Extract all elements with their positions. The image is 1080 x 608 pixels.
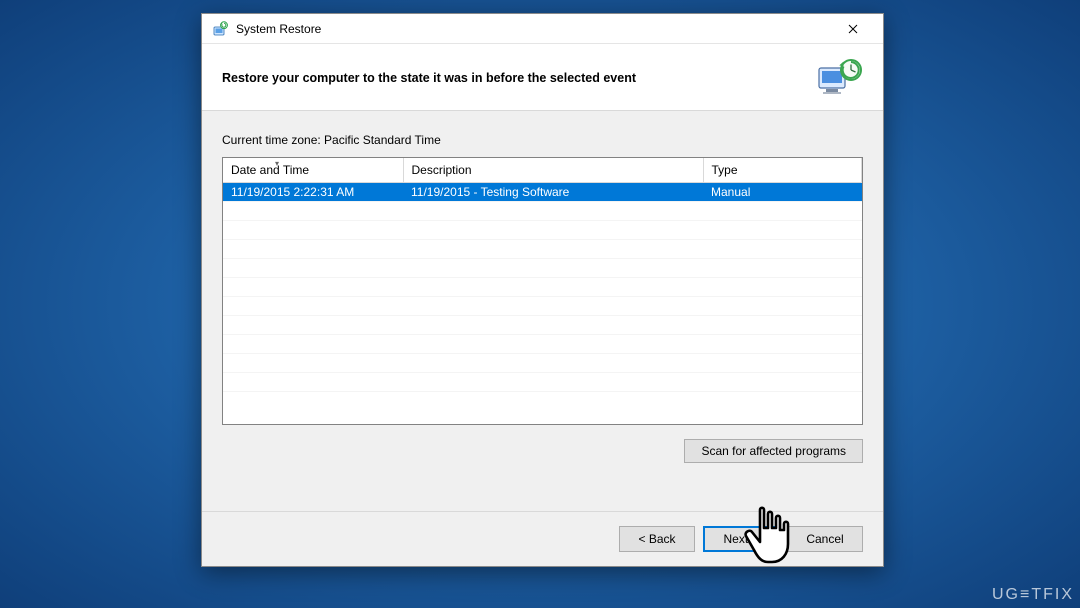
titlebar[interactable]: System Restore (202, 14, 883, 44)
dialog-heading: Restore your computer to the state it wa… (222, 71, 636, 85)
timezone-label: Current time zone: Pacific Standard Time (222, 133, 863, 147)
watermark: UG≡TFIX (992, 586, 1074, 604)
cancel-button[interactable]: Cancel (787, 526, 863, 552)
back-button[interactable]: < Back (619, 526, 695, 552)
system-restore-icon (212, 21, 228, 37)
cell-type: Manual (703, 182, 862, 201)
sort-indicator-icon: ▾ (275, 159, 279, 168)
column-header-date[interactable]: Date and Time▾ (223, 158, 403, 182)
window-title: System Restore (236, 22, 831, 36)
dialog-footer: < Back Next > Cancel (202, 511, 883, 566)
dialog-header: Restore your computer to the state it wa… (202, 44, 883, 111)
restore-point-icon (815, 58, 863, 98)
next-button[interactable]: Next > (703, 526, 779, 552)
restore-points-table[interactable]: Date and Time▾ Description Type 11/19/20… (222, 157, 863, 425)
cell-description: 11/19/2015 - Testing Software (403, 182, 703, 201)
column-header-description[interactable]: Description (403, 158, 703, 182)
dialog-content: Current time zone: Pacific Standard Time… (202, 111, 883, 511)
column-header-type[interactable]: Type (703, 158, 862, 182)
scan-affected-button[interactable]: Scan for affected programs (684, 439, 863, 463)
close-button[interactable] (831, 15, 875, 43)
table-row[interactable]: 11/19/2015 2:22:31 AM 11/19/2015 - Testi… (223, 182, 862, 201)
system-restore-dialog: System Restore Restore your computer to … (201, 13, 884, 567)
cell-datetime: 11/19/2015 2:22:31 AM (223, 182, 403, 201)
